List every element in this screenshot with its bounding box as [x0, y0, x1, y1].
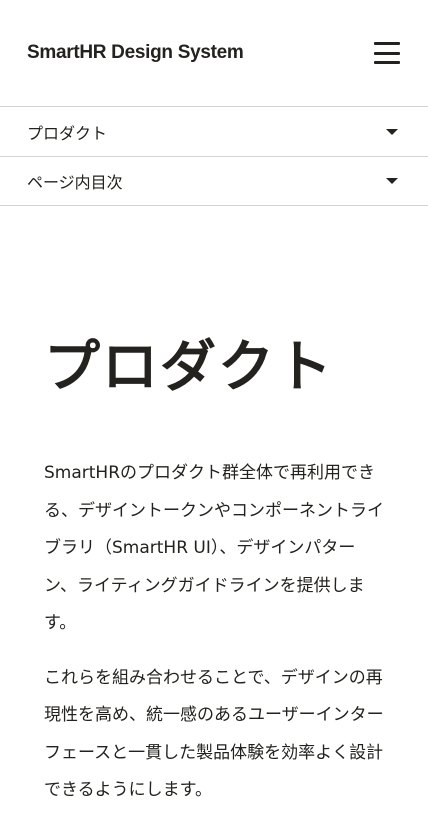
menu-bar [374, 42, 400, 45]
intro-paragraph: SmartHRのプロダクト群全体で再利用できる、デザイントークンやコンポーネント… [44, 463, 384, 634]
caret-down-icon [386, 128, 398, 135]
description-paragraph: これらを組み合わせることで、デザインの再現性を高め、統一感のあるユーザーインター… [44, 667, 384, 801]
caret-down-icon [386, 178, 398, 184]
site-header: SmartHR Design System [0, 0, 428, 106]
site-logo[interactable]: SmartHR Design System [27, 42, 244, 64]
toc-nav-label: ページ内目次 [27, 173, 123, 192]
hamburger-menu-icon[interactable] [374, 42, 400, 64]
menu-bar [374, 51, 400, 55]
product-nav-toggle[interactable]: プロダクト [0, 106, 428, 156]
toc-nav-toggle[interactable]: ページ内目次 [0, 156, 428, 206]
menu-bar [374, 61, 400, 64]
product-nav-label: プロダクト [27, 123, 108, 143]
page-title: プロダクト [44, 335, 334, 400]
main-content: プロダクト SmartHRのプロダクト群全体で再利用できる、デザイントークンやコ… [0, 334, 428, 810]
